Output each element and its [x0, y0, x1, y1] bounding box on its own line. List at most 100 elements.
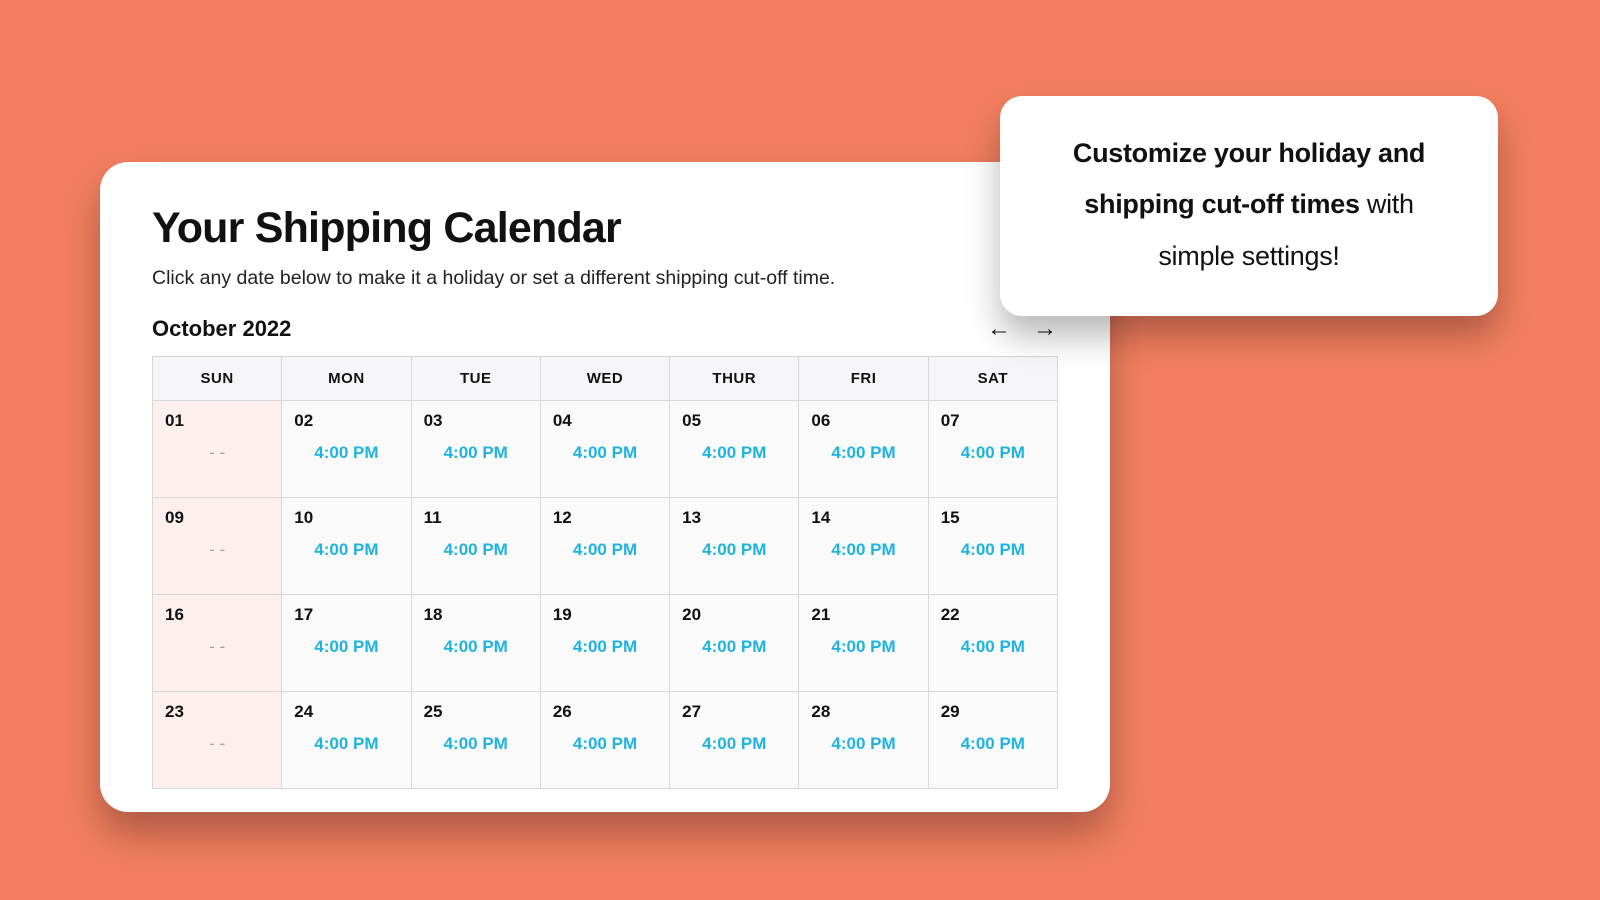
cutoff-time: 4:00 PM	[294, 443, 398, 463]
cutoff-time: 4:00 PM	[553, 637, 657, 657]
day-number: 23	[165, 702, 269, 722]
calendar-day[interactable]: 14 4:00 PM	[799, 498, 928, 595]
cutoff-time: 4:00 PM	[811, 443, 915, 463]
day-number: 10	[294, 508, 398, 528]
calendar-day[interactable]: 10 4:00 PM	[282, 498, 411, 595]
cutoff-time: - -	[165, 443, 269, 463]
calendar-card: Your Shipping Calendar Click any date be…	[100, 162, 1110, 812]
calendar-day[interactable]: 25 4:00 PM	[411, 692, 540, 789]
day-number: 11	[424, 508, 528, 528]
day-number: 16	[165, 605, 269, 625]
day-number: 22	[941, 605, 1045, 625]
calendar-day[interactable]: 07 4:00 PM	[928, 401, 1057, 498]
arrow-left-icon: ←	[987, 317, 1011, 341]
weekday-header: WED	[540, 357, 669, 401]
cutoff-time: 4:00 PM	[294, 637, 398, 657]
day-number: 04	[553, 411, 657, 431]
day-number: 05	[682, 411, 786, 431]
cutoff-time: 4:00 PM	[553, 734, 657, 754]
prev-month-button[interactable]: ←	[986, 316, 1012, 342]
cutoff-time: 4:00 PM	[553, 443, 657, 463]
day-number: 15	[941, 508, 1045, 528]
cutoff-time: 4:00 PM	[682, 734, 786, 754]
calendar-day[interactable]: 21 4:00 PM	[799, 595, 928, 692]
day-number: 09	[165, 508, 269, 528]
cutoff-time: 4:00 PM	[682, 540, 786, 560]
weekday-header: SUN	[153, 357, 282, 401]
weekday-header: FRI	[799, 357, 928, 401]
cutoff-time: 4:00 PM	[811, 734, 915, 754]
cutoff-time: 4:00 PM	[424, 443, 528, 463]
day-number: 17	[294, 605, 398, 625]
cutoff-time: - -	[165, 637, 269, 657]
weekday-header: THUR	[670, 357, 799, 401]
cutoff-time: - -	[165, 734, 269, 754]
weekday-header: SAT	[928, 357, 1057, 401]
day-number: 07	[941, 411, 1045, 431]
arrow-right-icon: →	[1033, 317, 1057, 341]
cutoff-time: 4:00 PM	[294, 540, 398, 560]
day-number: 12	[553, 508, 657, 528]
day-number: 06	[811, 411, 915, 431]
calendar-day[interactable]: 11 4:00 PM	[411, 498, 540, 595]
calendar-day[interactable]: 16 - -	[153, 595, 282, 692]
calendar-day[interactable]: 03 4:00 PM	[411, 401, 540, 498]
calendar-day[interactable]: 27 4:00 PM	[670, 692, 799, 789]
calendar-day[interactable]: 244:00 PM	[282, 692, 411, 789]
calendar-table: SUNMONTUEWEDTHURFRISAT 01 - - 02 4:00 PM 03 4…	[152, 356, 1058, 789]
calendar-day[interactable]: 12 4:00 PM	[540, 498, 669, 595]
next-month-button[interactable]: →	[1032, 316, 1058, 342]
day-number: 03	[424, 411, 528, 431]
day-number: 28	[811, 702, 915, 722]
day-number: 01	[165, 411, 269, 431]
month-label: October 2022	[152, 316, 291, 342]
calendar-day[interactable]: 17 4:00 PM	[282, 595, 411, 692]
calendar-day[interactable]: 15 4:00 PM	[928, 498, 1057, 595]
day-number: 20	[682, 605, 786, 625]
day-number: 25	[424, 702, 528, 722]
calendar-day[interactable]: 18 4:00 PM	[411, 595, 540, 692]
calendar-day[interactable]: 05 4:00 PM	[670, 401, 799, 498]
cutoff-time: 4:00 PM	[682, 443, 786, 463]
day-number: 29	[941, 702, 1045, 722]
cutoff-time: 4:00 PM	[294, 734, 398, 754]
calendar-day[interactable]: 01 - -	[153, 401, 282, 498]
page-title: Your Shipping Calendar	[152, 204, 1058, 253]
calendar-day[interactable]: 02 4:00 PM	[282, 401, 411, 498]
calendar-day[interactable]: 19 4:00 PM	[540, 595, 669, 692]
day-number: 02	[294, 411, 398, 431]
calendar-day[interactable]: 26 4:00 PM	[540, 692, 669, 789]
calendar-day[interactable]: 23 - -	[153, 692, 282, 789]
cutoff-time: 4:00 PM	[553, 540, 657, 560]
day-number: 14	[811, 508, 915, 528]
weekday-header: TUE	[411, 357, 540, 401]
day-number: 18	[424, 605, 528, 625]
calendar-day[interactable]: 29 4:00 PM	[928, 692, 1057, 789]
calendar-day[interactable]: 28 4:00 PM	[799, 692, 928, 789]
calendar-day[interactable]: 20 4:00 PM	[670, 595, 799, 692]
cutoff-time: 4:00 PM	[941, 637, 1045, 657]
calendar-day[interactable]: 13 4:00 PM	[670, 498, 799, 595]
calendar-day[interactable]: 22 4:00 PM	[928, 595, 1057, 692]
day-number: 21	[811, 605, 915, 625]
day-number: 26	[553, 702, 657, 722]
cutoff-time: 4:00 PM	[682, 637, 786, 657]
calendar-day[interactable]: 06 4:00 PM	[799, 401, 928, 498]
feature-callout: Customize your holiday and shipping cut-…	[1000, 96, 1498, 316]
cutoff-time: 4:00 PM	[424, 540, 528, 560]
calendar-day[interactable]: 09 - -	[153, 498, 282, 595]
calendar-day[interactable]: 04 4:00 PM	[540, 401, 669, 498]
month-nav-row: October 2022 ← →	[152, 316, 1058, 342]
cutoff-time: 4:00 PM	[941, 734, 1045, 754]
weekday-header: MON	[282, 357, 411, 401]
cutoff-time: 4:00 PM	[811, 540, 915, 560]
cutoff-time: 4:00 PM	[424, 637, 528, 657]
day-number: 13	[682, 508, 786, 528]
cutoff-time: 4:00 PM	[941, 540, 1045, 560]
cutoff-time: 4:00 PM	[811, 637, 915, 657]
cutoff-time: - -	[165, 540, 269, 560]
cutoff-time: 4:00 PM	[941, 443, 1045, 463]
day-number: 27	[682, 702, 786, 722]
day-number: 19	[553, 605, 657, 625]
cutoff-time: 4:00 PM	[424, 734, 528, 754]
